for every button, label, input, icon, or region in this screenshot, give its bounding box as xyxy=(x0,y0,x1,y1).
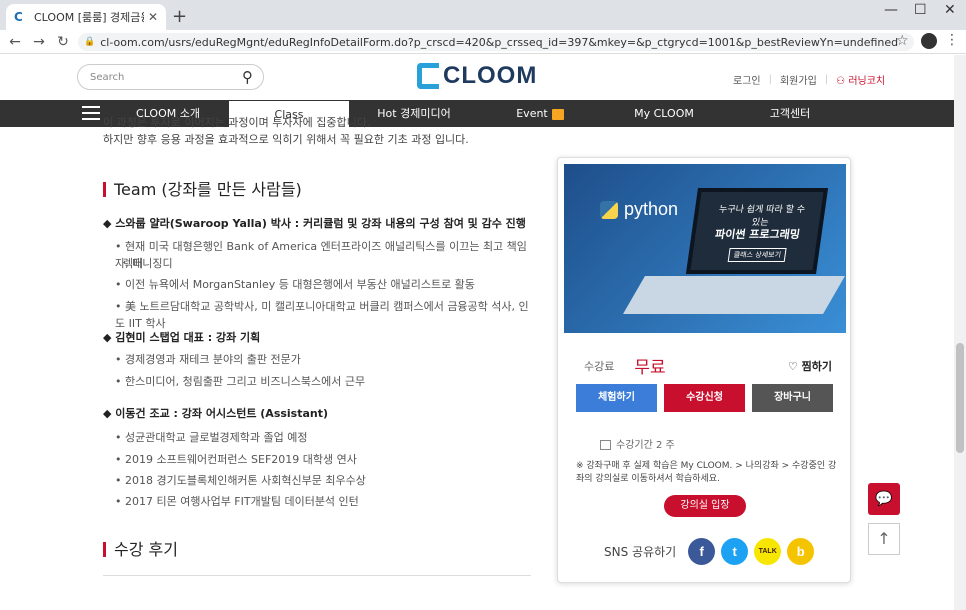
bookmark-star-icon[interactable]: ☆ xyxy=(896,33,909,49)
nav-event[interactable]: Event xyxy=(490,100,590,127)
back-button[interactable]: ← xyxy=(4,34,26,50)
thumb-badge: 클래스 상세보기 xyxy=(727,248,787,262)
trial-button[interactable]: 체험하기 xyxy=(576,384,657,412)
window-close-button[interactable]: ✕ xyxy=(944,2,956,18)
nav-customer-center[interactable]: 고객센터 xyxy=(740,100,840,127)
thumb-title: 파이썬 프로그래밍 xyxy=(714,228,801,241)
account-avatar-icon[interactable] xyxy=(921,33,937,49)
person-bullet: • 성균관대학교 글로벌경제학과 졸업 예정 xyxy=(115,431,308,444)
maximize-button[interactable]: ☐ xyxy=(914,2,927,18)
person-bullet: • 이전 뉴욕에서 MorganStanley 등 대형은행에서 부동산 애널리… xyxy=(115,278,475,291)
minimize-button[interactable]: — xyxy=(884,2,898,18)
python-icon xyxy=(600,201,618,220)
price-value: 무료 xyxy=(634,358,666,378)
reload-button[interactable]: ↻ xyxy=(52,34,74,50)
person-name: ◆ 스와룹 얄라(Swaroop Yalla) 박사 : 커리큘럼 및 강좌 내… xyxy=(103,217,526,230)
tab-close-icon[interactable]: ✕ xyxy=(148,10,158,24)
site-logo[interactable]: CLOOM xyxy=(417,62,537,90)
calendar-icon xyxy=(600,440,611,450)
learning-coach-link[interactable]: ⚇ 러닝코치 xyxy=(836,72,885,87)
wishlist-button[interactable]: ♡ 찜하기 xyxy=(788,358,832,374)
cart-button[interactable]: 장바구니 xyxy=(752,384,833,412)
chat-button[interactable]: 💬 xyxy=(868,483,900,515)
browser-tab-strip: C CLOOM [룸룸] 경제금융 & 데이 ✕ + — ☐ ✕ xyxy=(0,0,966,30)
person-name: ◆ 이동건 조교 : 강좌 어시스턴트 (Assistant) xyxy=(103,407,329,420)
kakaostory-icon[interactable]: b xyxy=(787,538,815,565)
tab-title: CLOOM [룸룸] 경제금융 & 데이 xyxy=(34,11,144,24)
team-section-title: Team (강좌를 만든 사람들) xyxy=(103,182,302,198)
new-tab-button[interactable]: + xyxy=(172,6,187,27)
nav-my-cloom[interactable]: My CLOOM xyxy=(614,100,714,127)
cloom-favicon-icon: C xyxy=(14,10,23,24)
logo-text: CLOOM xyxy=(443,62,538,89)
kakaotalk-icon[interactable]: TALK xyxy=(754,538,782,565)
price-row: 수강료 무료 ♡ 찜하기 xyxy=(584,353,832,378)
hamburger-menu-icon[interactable] xyxy=(82,106,100,120)
scrollbar[interactable] xyxy=(954,55,966,610)
top-links: 로그인 | 회원가입 | ⚇ 러닝코치 xyxy=(733,72,886,87)
price-label: 수강료 xyxy=(584,359,615,373)
scroll-top-button[interactable]: ↑ xyxy=(868,523,900,555)
site-header: Search ⚲ CLOOM 로그인 | 회원가입 | ⚇ 러닝코치 xyxy=(0,55,954,100)
divider xyxy=(103,575,531,576)
thumb-subtitle: 누구나 쉽게 따라 할 수 있는 xyxy=(718,205,806,228)
python-logo: python xyxy=(600,199,678,220)
sns-label: SNS 공유하기 xyxy=(604,545,677,559)
person-bullet: • 美 노트르담대학교 공학박사, 미 캘리포니아대학교 버클리 캠퍼스에서 금… xyxy=(115,300,529,330)
page-viewport: Search ⚲ CLOOM 로그인 | 회원가입 | ⚇ 러닝코치 CLOOM… xyxy=(0,55,954,610)
lock-icon: 🔒 xyxy=(84,37,96,47)
laptop-base xyxy=(623,276,845,314)
enter-classroom-button[interactable]: 강의실 입장 xyxy=(664,495,746,517)
search-placeholder: Search xyxy=(90,71,125,83)
person-bullet: • 2017 티몬 여행사업부 FIT개발팀 데이터분석 인턴 xyxy=(115,495,359,508)
person-bullet: 렉터 xyxy=(123,257,144,270)
twitter-icon[interactable]: t xyxy=(721,538,749,565)
browser-menu-icon[interactable]: ⋮ xyxy=(945,32,959,48)
url-text: cl-oom.com/usrs/eduRegMgnt/eduRegInfoDet… xyxy=(100,35,899,49)
logo-mark-icon xyxy=(417,63,439,89)
person-name: ◆ 김현미 스탭업 대표 : 강좌 기획 xyxy=(103,331,261,344)
laptop-screen: 누구나 쉽게 따라 할 수 있는 파이썬 프로그래밍 클래스 상세보기 xyxy=(685,188,829,274)
search-input[interactable]: Search ⚲ xyxy=(77,64,264,90)
study-notice: ※ 강좌구매 후 실제 학습은 My CLOOM. > 나의강좌 > 수강중인 … xyxy=(576,461,837,484)
intro-line-2: 하지만 향후 응용 과정을 효과적으로 익히기 위해서 꼭 필요한 기초 과정 … xyxy=(103,133,469,146)
person-bullet: • 2018 경기도블록체인해커톤 사회혁신부문 최우수상 xyxy=(115,474,366,487)
apply-button[interactable]: 수강신청 xyxy=(664,384,745,412)
person-bullet: • 2019 소프트웨어컨퍼런스 SEF2019 대학생 연사 xyxy=(115,453,357,466)
scrollbar-thumb[interactable] xyxy=(956,343,964,453)
signup-link[interactable]: 회원가입 xyxy=(780,72,817,87)
login-link[interactable]: 로그인 xyxy=(733,72,761,87)
address-bar-row: ← → ↻ 🔒 cl-oom.com/usrs/eduRegMgnt/eduRe… xyxy=(0,30,966,54)
course-card: python 누구나 쉽게 따라 할 수 있는 파이썬 프로그래밍 클래스 상세… xyxy=(557,157,851,583)
intro-line-1: 이 과정은 투자로 이어지는 과정이며 투자자에 집중합니다. xyxy=(103,116,371,129)
review-section-title: 수강 후기 xyxy=(103,542,178,558)
course-thumbnail: python 누구나 쉽게 따라 할 수 있는 파이썬 프로그래밍 클래스 상세… xyxy=(564,164,846,333)
url-input[interactable]: 🔒 cl-oom.com/usrs/eduRegMgnt/eduRegInfoD… xyxy=(78,33,914,51)
course-intro: 이 과정은 투자로 이어지는 과정이며 투자자에 집중합니다. 하지만 향후 응… xyxy=(103,116,469,148)
facebook-icon[interactable]: f xyxy=(688,538,716,565)
course-period: 수강기간 2 주 xyxy=(600,436,675,451)
sns-share: SNS 공유하기 f t TALK b xyxy=(604,538,815,565)
gift-icon xyxy=(551,108,564,120)
search-icon[interactable]: ⚲ xyxy=(242,68,253,86)
person-bullet: • 경제경영과 재테크 분야의 출판 전문가 xyxy=(115,353,301,366)
browser-tab[interactable]: C CLOOM [룸룸] 경제금융 & 데이 ✕ xyxy=(6,4,166,30)
person-bullet: • 한스미디어, 청림출판 그리고 비즈니스북스에서 근무 xyxy=(115,375,366,388)
forward-button[interactable]: → xyxy=(28,34,50,50)
